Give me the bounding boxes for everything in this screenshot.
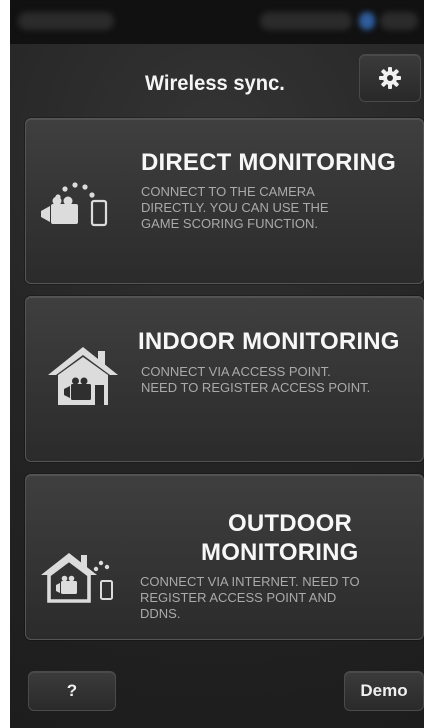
direct-monitoring-button[interactable]: DIRECT MONITORING CONNECT TO THE CAMERA … xyxy=(25,118,424,284)
status-bar-signal-icon xyxy=(359,12,375,30)
outdoor-monitoring-title-line1: OUTDOOR xyxy=(228,510,353,537)
outdoor-monitoring-button[interactable]: OUTDOOR MONITORING CONNECT VIA INTERNET.… xyxy=(25,474,424,640)
outdoor-monitoring-description: CONNECT VIA INTERNET. NEED TO REGISTER A… xyxy=(140,574,360,621)
page-title: Wireless sync. xyxy=(145,72,285,95)
help-button[interactable]: ? xyxy=(28,671,116,711)
house-camera-icon xyxy=(48,347,118,405)
settings-button[interactable] xyxy=(359,54,421,102)
direct-monitoring-title: DIRECT MONITORING xyxy=(141,149,396,176)
indoor-monitoring-description: CONNECT VIA ACCESS POINT. NEED TO REGIST… xyxy=(141,364,371,395)
status-bar xyxy=(10,0,424,44)
indoor-monitoring-title: INDOOR MONITORING xyxy=(138,328,400,355)
status-bar-battery-icon xyxy=(380,12,418,30)
gear-icon xyxy=(379,67,401,89)
outdoor-monitoring-title-line2: MONITORING xyxy=(201,539,359,566)
camera-phone-direct-icon xyxy=(41,182,108,227)
indoor-monitoring-button[interactable]: INDOOR MONITORING CONNECT VIA ACCESS POI… xyxy=(25,296,424,462)
phone-screen: Wireless sync. DIRECT MONITORING CONNECT… xyxy=(10,0,424,728)
status-bar-right-icons xyxy=(260,12,352,30)
house-camera-phone-icon xyxy=(41,553,113,603)
direct-monitoring-description: CONNECT TO THE CAMERA DIRECTLY. YOU CAN … xyxy=(141,184,329,231)
demo-button[interactable]: Demo xyxy=(344,671,424,711)
status-bar-left-icons xyxy=(18,12,114,30)
app-header: Wireless sync. xyxy=(10,44,424,108)
